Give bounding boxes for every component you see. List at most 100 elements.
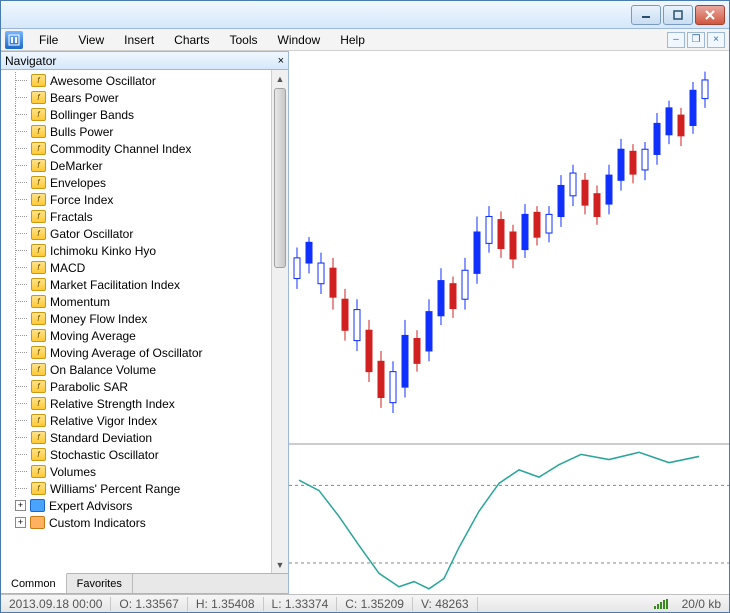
maximize-button[interactable] — [663, 5, 693, 25]
status-volume: V: 48263 — [413, 597, 478, 611]
expand-icon[interactable]: + — [15, 517, 26, 528]
indicator-label: Bears Power — [50, 91, 119, 105]
indicator-label: Gator Oscillator — [50, 227, 133, 241]
menu-help[interactable]: Help — [330, 31, 375, 49]
app-icon — [5, 31, 23, 49]
expert-advisors-label: Expert Advisors — [49, 499, 132, 513]
indicator-label: Envelopes — [50, 176, 106, 190]
menu-insert[interactable]: Insert — [114, 31, 164, 49]
indicator-item[interactable]: fVolumes — [1, 463, 271, 480]
indicator-item[interactable]: fOn Balance Volume — [1, 361, 271, 378]
minimize-button[interactable] — [631, 5, 661, 25]
titlebar — [1, 1, 729, 29]
navigator-tree[interactable]: f Awesome Oscillator f Bears PowerfBollinge… — [1, 70, 271, 573]
expand-icon[interactable]: + — [15, 500, 26, 511]
menubar: File View Insert Charts Tools Window Hel… — [1, 29, 729, 51]
indicator-icon: f — [31, 74, 46, 87]
statusbar: 2013.09.18 00:00 O: 1.33567 H: 1.35408 L… — [1, 594, 729, 612]
indicator-icon: f — [31, 414, 46, 427]
chart-area[interactable]: Edit Indicator CCI(14) properties... Del… — [289, 51, 729, 594]
indicator-item[interactable]: f Envelopes — [1, 174, 271, 191]
menu-file[interactable]: File — [29, 31, 68, 49]
custom-indicators-item[interactable]: +Custom Indicators — [1, 514, 271, 531]
cci-line — [299, 452, 699, 589]
menu-tools[interactable]: Tools — [220, 31, 268, 49]
indicator-item[interactable]: fRelative Strength Index — [1, 395, 271, 412]
indicator-label: MACD — [50, 261, 85, 275]
close-icon — [705, 10, 715, 20]
menu-window[interactable]: Window — [268, 31, 331, 49]
indicator-item[interactable]: f Awesome Oscillator — [1, 72, 271, 89]
indicator-label: Bulls Power — [50, 125, 113, 139]
scroll-up-icon[interactable]: ▲ — [272, 70, 288, 87]
status-high: H: 1.35408 — [188, 597, 264, 611]
indicator-icon: f — [31, 108, 46, 121]
status-open: O: 1.33567 — [111, 597, 187, 611]
mdi-restore-button[interactable]: ❐ — [687, 32, 705, 48]
indicator-item[interactable]: fCommodity Channel Index — [1, 140, 271, 157]
navigator-title-bar: Navigator × — [1, 52, 288, 70]
indicator-label: Awesome Oscillator — [50, 74, 156, 88]
mdi-close-button[interactable]: × — [707, 32, 725, 48]
status-close: C: 1.35209 — [337, 597, 413, 611]
indicator-icon: f — [31, 227, 46, 240]
indicator-item[interactable]: fForce Index — [1, 191, 271, 208]
indicator-item[interactable]: f Gator Oscillator — [1, 225, 271, 242]
indicator-label: Commodity Channel Index — [50, 142, 191, 156]
indicator-icon: f — [31, 431, 46, 444]
scrollbar[interactable]: ▲ ▼ — [271, 70, 288, 573]
tab-common[interactable]: Common — [1, 573, 67, 593]
indicator-item[interactable]: f Bears Power — [1, 89, 271, 106]
indicator-item[interactable]: f Stochastic Oscillator — [1, 446, 271, 463]
menu-charts[interactable]: Charts — [164, 31, 219, 49]
indicator-item[interactable]: fMACD — [1, 259, 271, 276]
client-area: Navigator × f Awesome Oscillator f Bears Po… — [1, 51, 729, 594]
indicator-label: Volumes — [50, 465, 96, 479]
indicator-label: Williams' Percent Range — [50, 482, 180, 496]
status-rate: 20/0 kb — [674, 597, 729, 611]
indicator-item[interactable]: fIchimoku Kinko Hyo — [1, 242, 271, 259]
indicator-item[interactable]: fRelative Vigor Index — [1, 412, 271, 429]
candlesticks — [294, 72, 708, 413]
indicator-icon: f — [31, 210, 46, 223]
indicator-item[interactable]: fStandard Deviation — [1, 429, 271, 446]
indicator-label: Money Flow Index — [50, 312, 147, 326]
indicator-item[interactable]: fBollinger Bands — [1, 106, 271, 123]
app-window: File View Insert Charts Tools Window Hel… — [0, 0, 730, 613]
indicator-icon: f — [31, 380, 46, 393]
indicator-item[interactable]: fFractals — [1, 208, 271, 225]
indicator-item[interactable]: fMomentum — [1, 293, 271, 310]
navigator-close-button[interactable]: × — [278, 55, 284, 67]
menu-view[interactable]: View — [68, 31, 114, 49]
mdi-controls: – ❐ × — [667, 32, 729, 48]
indicator-item[interactable]: fMoving Average of Oscillator — [1, 344, 271, 361]
indicator-item[interactable]: f Bulls Power — [1, 123, 271, 140]
minimize-icon — [641, 10, 651, 20]
indicator-icon: f — [31, 176, 46, 189]
indicator-label: Market Facilitation Index — [50, 278, 180, 292]
indicator-icon: f — [31, 482, 46, 495]
indicator-item[interactable]: f Money Flow Index — [1, 310, 271, 327]
indicator-item[interactable]: f Parabolic SAR — [1, 378, 271, 395]
custom-indicators-icon — [30, 516, 45, 529]
status-datetime: 2013.09.18 00:00 — [1, 597, 111, 611]
chart-canvas — [289, 51, 729, 594]
indicator-label: Parabolic SAR — [50, 380, 128, 394]
indicator-item[interactable]: fMoving Average — [1, 327, 271, 344]
scroll-down-icon[interactable]: ▼ — [272, 556, 288, 573]
indicator-icon: f — [31, 397, 46, 410]
indicator-icon: f — [31, 193, 46, 206]
indicator-item[interactable]: fMarket Facilitation Index — [1, 276, 271, 293]
mdi-minimize-button[interactable]: – — [667, 32, 685, 48]
indicator-item[interactable]: fDeMarker — [1, 157, 271, 174]
expert-advisors-item[interactable]: + Expert Advisors — [1, 497, 271, 514]
indicator-icon: f — [31, 125, 46, 138]
indicator-icon: f — [31, 91, 46, 104]
scroll-thumb[interactable] — [274, 88, 286, 268]
close-button[interactable] — [695, 5, 725, 25]
indicator-item[interactable]: f Williams' Percent Range — [1, 480, 271, 497]
tab-favorites[interactable]: Favorites — [67, 574, 133, 593]
indicator-icon: f — [31, 448, 46, 461]
indicator-icon: f — [31, 312, 46, 325]
indicator-label: Stochastic Oscillator — [50, 448, 159, 462]
